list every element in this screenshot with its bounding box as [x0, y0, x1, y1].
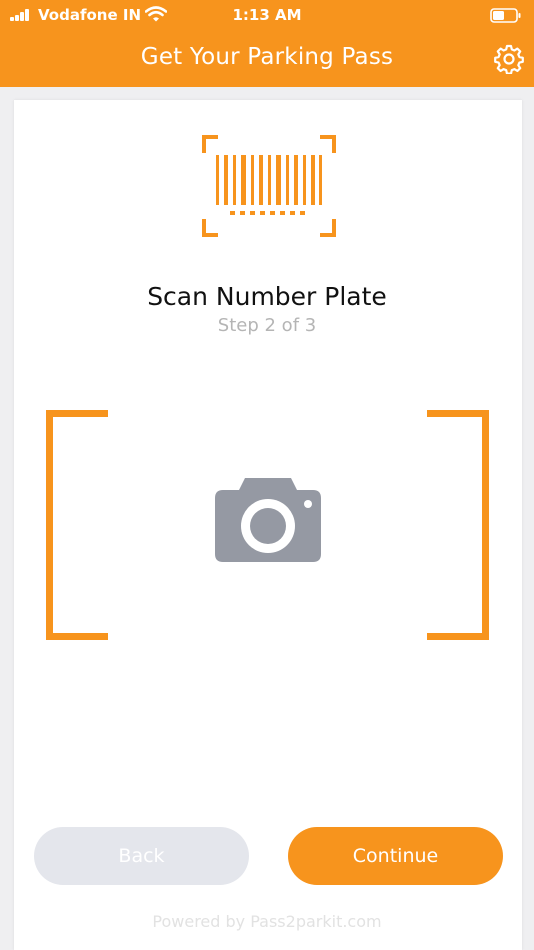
- status-bar: Vodafone IN 1:13 AM: [0, 0, 534, 30]
- scan-frame-right: [427, 410, 489, 640]
- page-title: Get Your Parking Pass: [140, 44, 394, 70]
- step-indicator: Step 2 of 3: [217, 315, 317, 336]
- status-time: 1:13 AM: [232, 6, 302, 24]
- camera-icon[interactable]: [213, 476, 323, 564]
- scan-title: Scan Number Plate: [147, 282, 387, 311]
- scan-frame-left: [46, 410, 108, 640]
- continue-button[interactable]: Continue: [288, 827, 503, 885]
- battery-icon: [490, 8, 521, 23]
- gear-icon[interactable]: [494, 44, 524, 74]
- barcode-scan-icon: [202, 135, 336, 237]
- app-header: Vodafone IN 1:13 AM Get Your Parking Pas…: [0, 0, 534, 87]
- back-button[interactable]: Back: [34, 827, 249, 885]
- powered-by-footer: Powered by Pass2parkit.com: [152, 912, 382, 931]
